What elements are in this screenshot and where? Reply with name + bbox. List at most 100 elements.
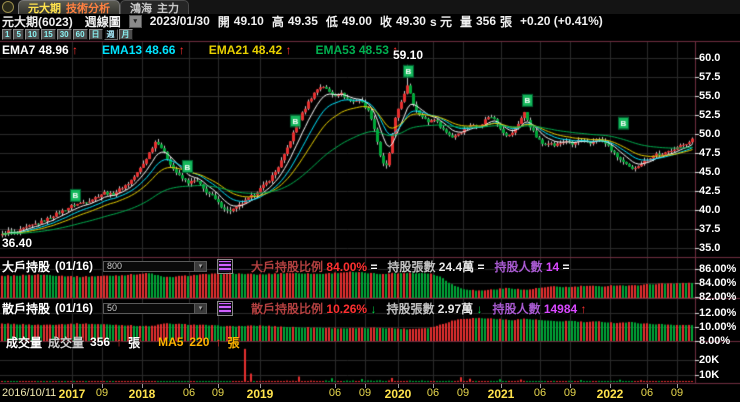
holder-settings-icon[interactable] (217, 259, 233, 274)
retail-holder-date: (01/16) (55, 301, 93, 315)
period-button-60[interactable]: 60 (73, 29, 88, 40)
date-label: 06 (329, 387, 341, 399)
holder-stat: 散戶持股比例 10.26% ↓ (251, 300, 376, 317)
price-axis-label: 55.0 (699, 90, 720, 102)
stat-value: 24.4萬 (439, 260, 478, 274)
period-button-30[interactable]: 30 (57, 29, 72, 40)
date-tick (335, 384, 336, 388)
period-button-5[interactable]: 5 (13, 29, 23, 40)
volume-value: 356 (476, 14, 496, 28)
stat-arrow-icon: ↑ (581, 302, 587, 316)
period-button-週[interactable]: 週 (104, 29, 118, 40)
date-tick (501, 384, 502, 388)
date-tick (189, 384, 190, 388)
holder-stat: 持股人數 14 = (495, 258, 570, 275)
stat-label: 散戶持股比例 (251, 302, 326, 316)
stat-value: 2.97萬 (438, 302, 477, 316)
period-button-15[interactable]: 15 (41, 29, 56, 40)
holder-stat: 持股張數 24.4萬 = (387, 258, 484, 275)
stat-label: 持股人數 (495, 260, 546, 274)
price-axis-label: 45.0 (699, 166, 720, 178)
big-holder-title: 大戶持股 (2, 258, 50, 275)
stat-arrow-icon: = (563, 260, 570, 274)
low-value: 49.00 (342, 14, 372, 28)
stat-value: 10.26% (326, 302, 370, 316)
period-button-10[interactable]: 10 (25, 29, 40, 40)
date-axis: 2016/10/11201709201806092019060920200609… (0, 384, 740, 402)
chart-type-dropdown-icon[interactable]: ▾ (129, 15, 142, 28)
holder-stat: 持股人數 14984 ↑ (492, 300, 586, 317)
date-label: 09 (359, 387, 371, 399)
volume-ma-label: MA5 (158, 335, 183, 349)
volume-unit: 張 (500, 13, 512, 30)
date-label: 2020 (385, 387, 412, 401)
price-axis-label: 52.5 (699, 109, 720, 121)
app-icon (2, 1, 14, 13)
volume-axis-label: 10K (699, 369, 719, 381)
date-label: 09 (564, 387, 576, 399)
price-axis-label: 35.0 (699, 242, 720, 254)
ema-label: EMA7 48.96 (2, 43, 72, 57)
ema-arrow-icon: ↑ (179, 43, 185, 57)
date-tick (72, 384, 73, 388)
stat-arrow-icon: = (478, 260, 485, 274)
volume-ma-unit: 張 (227, 334, 239, 351)
date-tick (260, 384, 261, 388)
threshold-dropdown-icon[interactable]: ▾ (194, 304, 206, 313)
volume-up-arrow-icon: ↑ (116, 335, 122, 349)
stat-label: 持股人數 (492, 302, 543, 316)
date-tick (570, 384, 571, 388)
date-label: 2022 (597, 387, 624, 401)
retail-holder-threshold-input[interactable]: 50 ▾ (103, 303, 207, 314)
stat-arrow-icon: = (370, 260, 377, 274)
date-tick (142, 384, 143, 388)
big-holder-threshold-input[interactable]: 800 ▾ (103, 261, 207, 272)
date-tick (647, 384, 648, 388)
retail-holder-axis-label: 10.00% (699, 321, 736, 333)
open-label: 開 (218, 13, 230, 30)
stat-label: 持股張數 (387, 260, 438, 274)
retail-holder-axis-label: 12.00% (699, 307, 736, 319)
ema-legend-item: EMA21 48.42 ↑ (209, 43, 292, 57)
high-value: 49.35 (288, 14, 318, 28)
volume-ma-value: 220 (189, 335, 209, 349)
unit-suffix: s 元 (430, 13, 452, 30)
tab-honhai-main-force[interactable]: 鴻海 主力 (120, 0, 189, 14)
date-tick (433, 384, 434, 388)
stat-arrow-icon: ↓ (476, 302, 482, 316)
date-label: 2017 (59, 387, 86, 401)
ema-legend: EMA7 48.96 ↑EMA13 48.66 ↑EMA21 48.42 ↑EM… (2, 43, 398, 57)
ema-legend-item: EMA13 48.66 ↑ (102, 43, 185, 57)
stat-label: 持股張數 (386, 302, 437, 316)
volume-ma-up-arrow-icon: ↑ (215, 335, 221, 349)
big-holder-axis-label: 86.00% (699, 263, 736, 275)
date-label: 09 (671, 387, 683, 399)
retail-holder-axis-label: 8.00% (699, 335, 730, 347)
date-label: 06 (534, 387, 546, 399)
threshold-dropdown-icon[interactable]: ▾ (194, 262, 206, 271)
price-axis-label: 40.0 (699, 204, 720, 216)
stat-label: 大戶持股比例 (251, 260, 326, 274)
volume-label: 量 (460, 13, 472, 30)
holder-settings-icon[interactable] (217, 301, 233, 316)
ema-legend-item: EMA7 48.96 ↑ (2, 43, 78, 57)
low-label: 低 (326, 13, 338, 30)
date-label: 2018 (129, 387, 156, 401)
start-low-label: 36.40 (2, 236, 32, 250)
period-button-日[interactable]: 日 (89, 29, 103, 40)
price-axis-label: 47.5 (699, 147, 720, 159)
peak-price-label: 59.10 (393, 48, 423, 62)
date-tick (398, 384, 399, 388)
period-button-1[interactable]: 1 (2, 29, 12, 40)
retail-holder-stats: 散戶持股比例 10.26% ↓ 持股張數 2.97萬 ↓ 持股人數 14984 ↑ (241, 300, 586, 317)
ema-arrow-icon: ↑ (72, 43, 78, 57)
symbol-name: 元大期(6023) (2, 13, 73, 30)
date-tick (218, 384, 219, 388)
price-axis-label: 42.5 (699, 185, 720, 197)
price-axis-label: 50.0 (699, 128, 720, 140)
stat-arrow-icon: ↓ (370, 302, 376, 316)
date-label: 09 (457, 387, 469, 399)
date-label: 2021 (488, 387, 515, 401)
period-button-月[interactable]: 月 (119, 29, 133, 40)
date-tick (463, 384, 464, 388)
